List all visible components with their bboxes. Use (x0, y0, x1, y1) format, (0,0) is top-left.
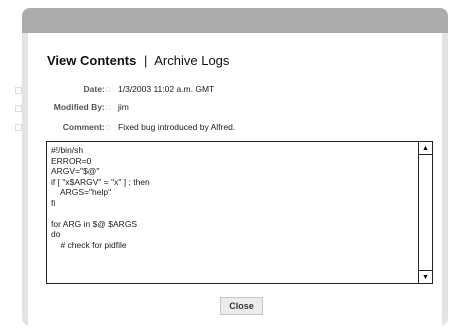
tab-view-contents: View Contents (47, 53, 137, 68)
comment-label: Comment: (62, 122, 105, 132)
tab-archive-logs[interactable]: Archive Logs (154, 53, 229, 68)
file-contents-text: #!/bin/sh ERROR=0 ARGV="$@" if [ "x$ARGV… (51, 145, 150, 250)
modified-by-label: Modified By: (53, 102, 105, 112)
label-glyph: □ (105, 87, 110, 94)
tab-separator: | (143, 53, 148, 68)
modified-label-wrap: Modified By:□ (28, 102, 110, 112)
date-value: 1/3/2003 11:02 a.m. GMT (118, 84, 215, 94)
scroll-down-arrow-icon[interactable]: ▼ (419, 270, 432, 283)
edge-marker (15, 124, 22, 131)
comment-value: Fixed bug introduced by Alfred. (118, 122, 236, 132)
label-glyph: □ (105, 105, 110, 112)
file-contents-viewer[interactable]: #!/bin/sh ERROR=0 ARGV="$@" if [ "x$ARGV… (46, 141, 433, 284)
scroll-up-arrow-icon[interactable]: ▲ (419, 142, 432, 155)
dialog-header-bar[interactable] (22, 8, 448, 33)
date-label: Date: (83, 84, 105, 94)
view-tabs: View Contents | Archive Logs (47, 53, 229, 73)
edge-marker (15, 87, 22, 94)
modified-by-value: jim (118, 102, 129, 112)
close-button[interactable]: Close (220, 297, 263, 315)
label-glyph: □ (105, 125, 110, 132)
comment-label-wrap: Comment:□ (28, 122, 110, 132)
vertical-scrollbar[interactable]: ▲ ▼ (418, 142, 432, 283)
edge-marker (15, 105, 22, 112)
date-label-wrap: Date:□ (28, 84, 111, 94)
